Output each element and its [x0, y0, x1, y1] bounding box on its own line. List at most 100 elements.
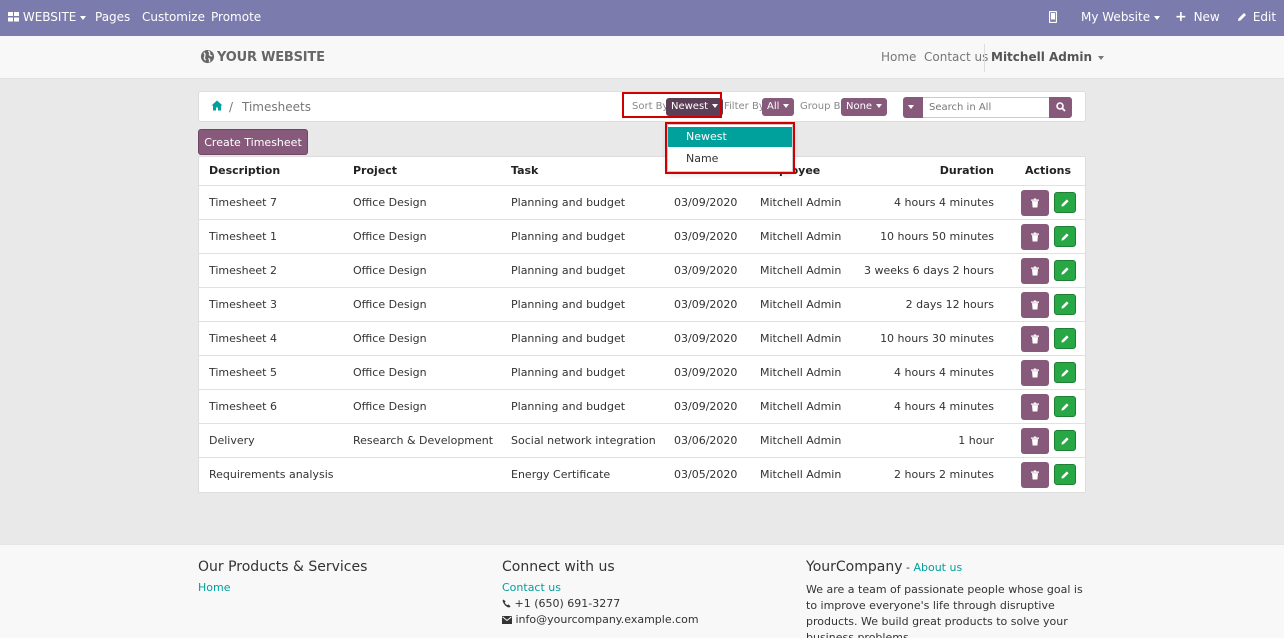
- cell-duration: 4 hours 4 minutes: [894, 196, 994, 209]
- delete-button[interactable]: [1021, 360, 1049, 386]
- promote-menu[interactable]: Promote: [211, 0, 261, 36]
- edit-button[interactable]: [1054, 294, 1076, 315]
- highlight-box: [622, 92, 722, 118]
- cell-project: Office Design: [353, 400, 427, 413]
- edit-button[interactable]: [1054, 192, 1076, 213]
- cell-duration: 10 hours 30 minutes: [880, 332, 994, 345]
- footer-email: info@yourcompany.example.com: [502, 613, 699, 626]
- header-description[interactable]: Description: [209, 164, 280, 177]
- customize-menu[interactable]: Customize: [142, 0, 205, 36]
- nav-home[interactable]: Home: [881, 50, 916, 64]
- table-row[interactable]: Timesheet 4 Office Design Planning and bud…: [199, 322, 1085, 356]
- cell-duration: 4 hours 4 minutes: [894, 400, 994, 413]
- filter-label: Filter By:: [724, 101, 768, 112]
- cell-employee: Mitchell Admin: [760, 332, 842, 345]
- footer-about-text: We are a team of passionate people whose…: [806, 583, 1083, 638]
- search-options-toggle[interactable]: [903, 97, 923, 118]
- pencil-icon: [1061, 470, 1069, 479]
- pencil-icon: [1238, 13, 1246, 21]
- app-menu-toggle[interactable]: WEBSITE: [8, 0, 87, 36]
- edit-button[interactable]: [1054, 328, 1076, 349]
- new-content-button[interactable]: + New: [1175, 0, 1220, 36]
- user-menu[interactable]: Mitchell Admin: [991, 50, 1105, 64]
- cell-date: 03/09/2020: [674, 264, 738, 277]
- new-label: New: [1193, 10, 1220, 24]
- edit-button[interactable]: [1054, 260, 1076, 281]
- footer-connect-title: Connect with us: [502, 559, 615, 575]
- nav-contact-us[interactable]: Contact us: [924, 50, 988, 64]
- edit-button[interactable]: [1054, 430, 1076, 451]
- cell-description: Timesheet 7: [209, 196, 277, 209]
- cell-task: Planning and budget: [511, 400, 626, 413]
- table-row[interactable]: Timesheet 6 Office Design Planning and bud…: [199, 390, 1085, 424]
- pencil-icon: [1061, 368, 1069, 377]
- cell-employee: Mitchell Admin: [760, 264, 842, 277]
- pencil-icon: [1061, 198, 1069, 207]
- cell-project: Office Design: [353, 366, 427, 379]
- cell-date: 03/09/2020: [674, 230, 738, 243]
- footer-about-link[interactable]: About us: [913, 561, 962, 574]
- cell-task: Social network integration: [511, 434, 656, 447]
- pencil-icon: [1061, 402, 1069, 411]
- table-row[interactable]: Timesheet 1 Office Design Planning and bud…: [199, 220, 1085, 254]
- chevron-down-icon: [1154, 15, 1161, 20]
- table-row[interactable]: Timesheet 7 Office Design Planning and bud…: [199, 186, 1085, 220]
- edit-button[interactable]: [1054, 226, 1076, 247]
- delete-button[interactable]: [1021, 462, 1049, 488]
- header-task[interactable]: Task: [511, 164, 538, 177]
- header-actions: Actions: [1025, 164, 1071, 177]
- delete-button[interactable]: [1021, 394, 1049, 420]
- email-address: info@yourcompany.example.com: [515, 613, 699, 626]
- edit-page-button[interactable]: Edit: [1237, 0, 1276, 36]
- site-logo-text: YOUR WEBSITE: [217, 50, 325, 65]
- website-switcher[interactable]: My Website: [1081, 0, 1161, 36]
- filter-dropdown-toggle[interactable]: All: [762, 98, 795, 116]
- delete-button[interactable]: [1021, 190, 1049, 216]
- user-name: Mitchell Admin: [991, 50, 1093, 64]
- site-footer: Our Products & Services Home Connect wit…: [0, 544, 1284, 638]
- search-input[interactable]: [923, 97, 1050, 118]
- edit-button[interactable]: [1054, 396, 1076, 417]
- home-icon[interactable]: [211, 100, 223, 111]
- cell-date: 03/09/2020: [674, 400, 738, 413]
- header-duration[interactable]: Duration: [940, 164, 994, 177]
- chevron-down-icon: [1098, 55, 1105, 60]
- edit-button[interactable]: [1054, 362, 1076, 383]
- cell-task: Planning and budget: [511, 264, 626, 277]
- cell-task: Planning and budget: [511, 332, 626, 345]
- website-admin-bar: WEBSITE Pages Customize Promote My Websi…: [0, 0, 1284, 36]
- create-timesheet-button[interactable]: Create Timesheet: [198, 129, 308, 155]
- delete-button[interactable]: [1021, 224, 1049, 250]
- table-row[interactable]: Timesheet 2 Office Design Planning and bud…: [199, 254, 1085, 288]
- delete-button[interactable]: [1021, 258, 1049, 284]
- cell-description: Delivery: [209, 434, 255, 447]
- cell-task: Planning and budget: [511, 298, 626, 311]
- cell-project: Office Design: [353, 196, 427, 209]
- filter-value: All: [767, 101, 780, 112]
- footer-home-link[interactable]: Home: [198, 581, 230, 594]
- header-project[interactable]: Project: [353, 164, 397, 177]
- table-row[interactable]: Delivery Research & Development Social net…: [199, 424, 1085, 458]
- nav-divider: [984, 44, 985, 72]
- site-logo[interactable]: YOUR WEBSITE: [200, 49, 325, 67]
- cell-date: 03/09/2020: [674, 298, 738, 311]
- trash-icon: [1031, 232, 1039, 242]
- pages-menu[interactable]: Pages: [95, 0, 130, 36]
- delete-button[interactable]: [1021, 326, 1049, 352]
- search-button[interactable]: [1049, 97, 1072, 118]
- mobile-preview-button[interactable]: [1048, 0, 1058, 36]
- footer-products-title: Our Products & Services: [198, 559, 368, 575]
- table-row[interactable]: Timesheet 3 Office Design Planning and bud…: [199, 288, 1085, 322]
- delete-button[interactable]: [1021, 292, 1049, 318]
- cell-description: Timesheet 2: [209, 264, 277, 277]
- cell-description: Timesheet 1: [209, 230, 277, 243]
- delete-button[interactable]: [1021, 428, 1049, 454]
- footer-contact-link[interactable]: Contact us: [502, 581, 561, 594]
- cell-description: Timesheet 5: [209, 366, 277, 379]
- group-dropdown-toggle[interactable]: None: [841, 98, 888, 116]
- pencil-icon: [1061, 436, 1069, 445]
- table-row[interactable]: Requirements analysis Energy Certificate 0…: [199, 458, 1085, 492]
- group-value: None: [846, 101, 873, 112]
- edit-button[interactable]: [1054, 464, 1076, 485]
- table-row[interactable]: Timesheet 5 Office Design Planning and bud…: [199, 356, 1085, 390]
